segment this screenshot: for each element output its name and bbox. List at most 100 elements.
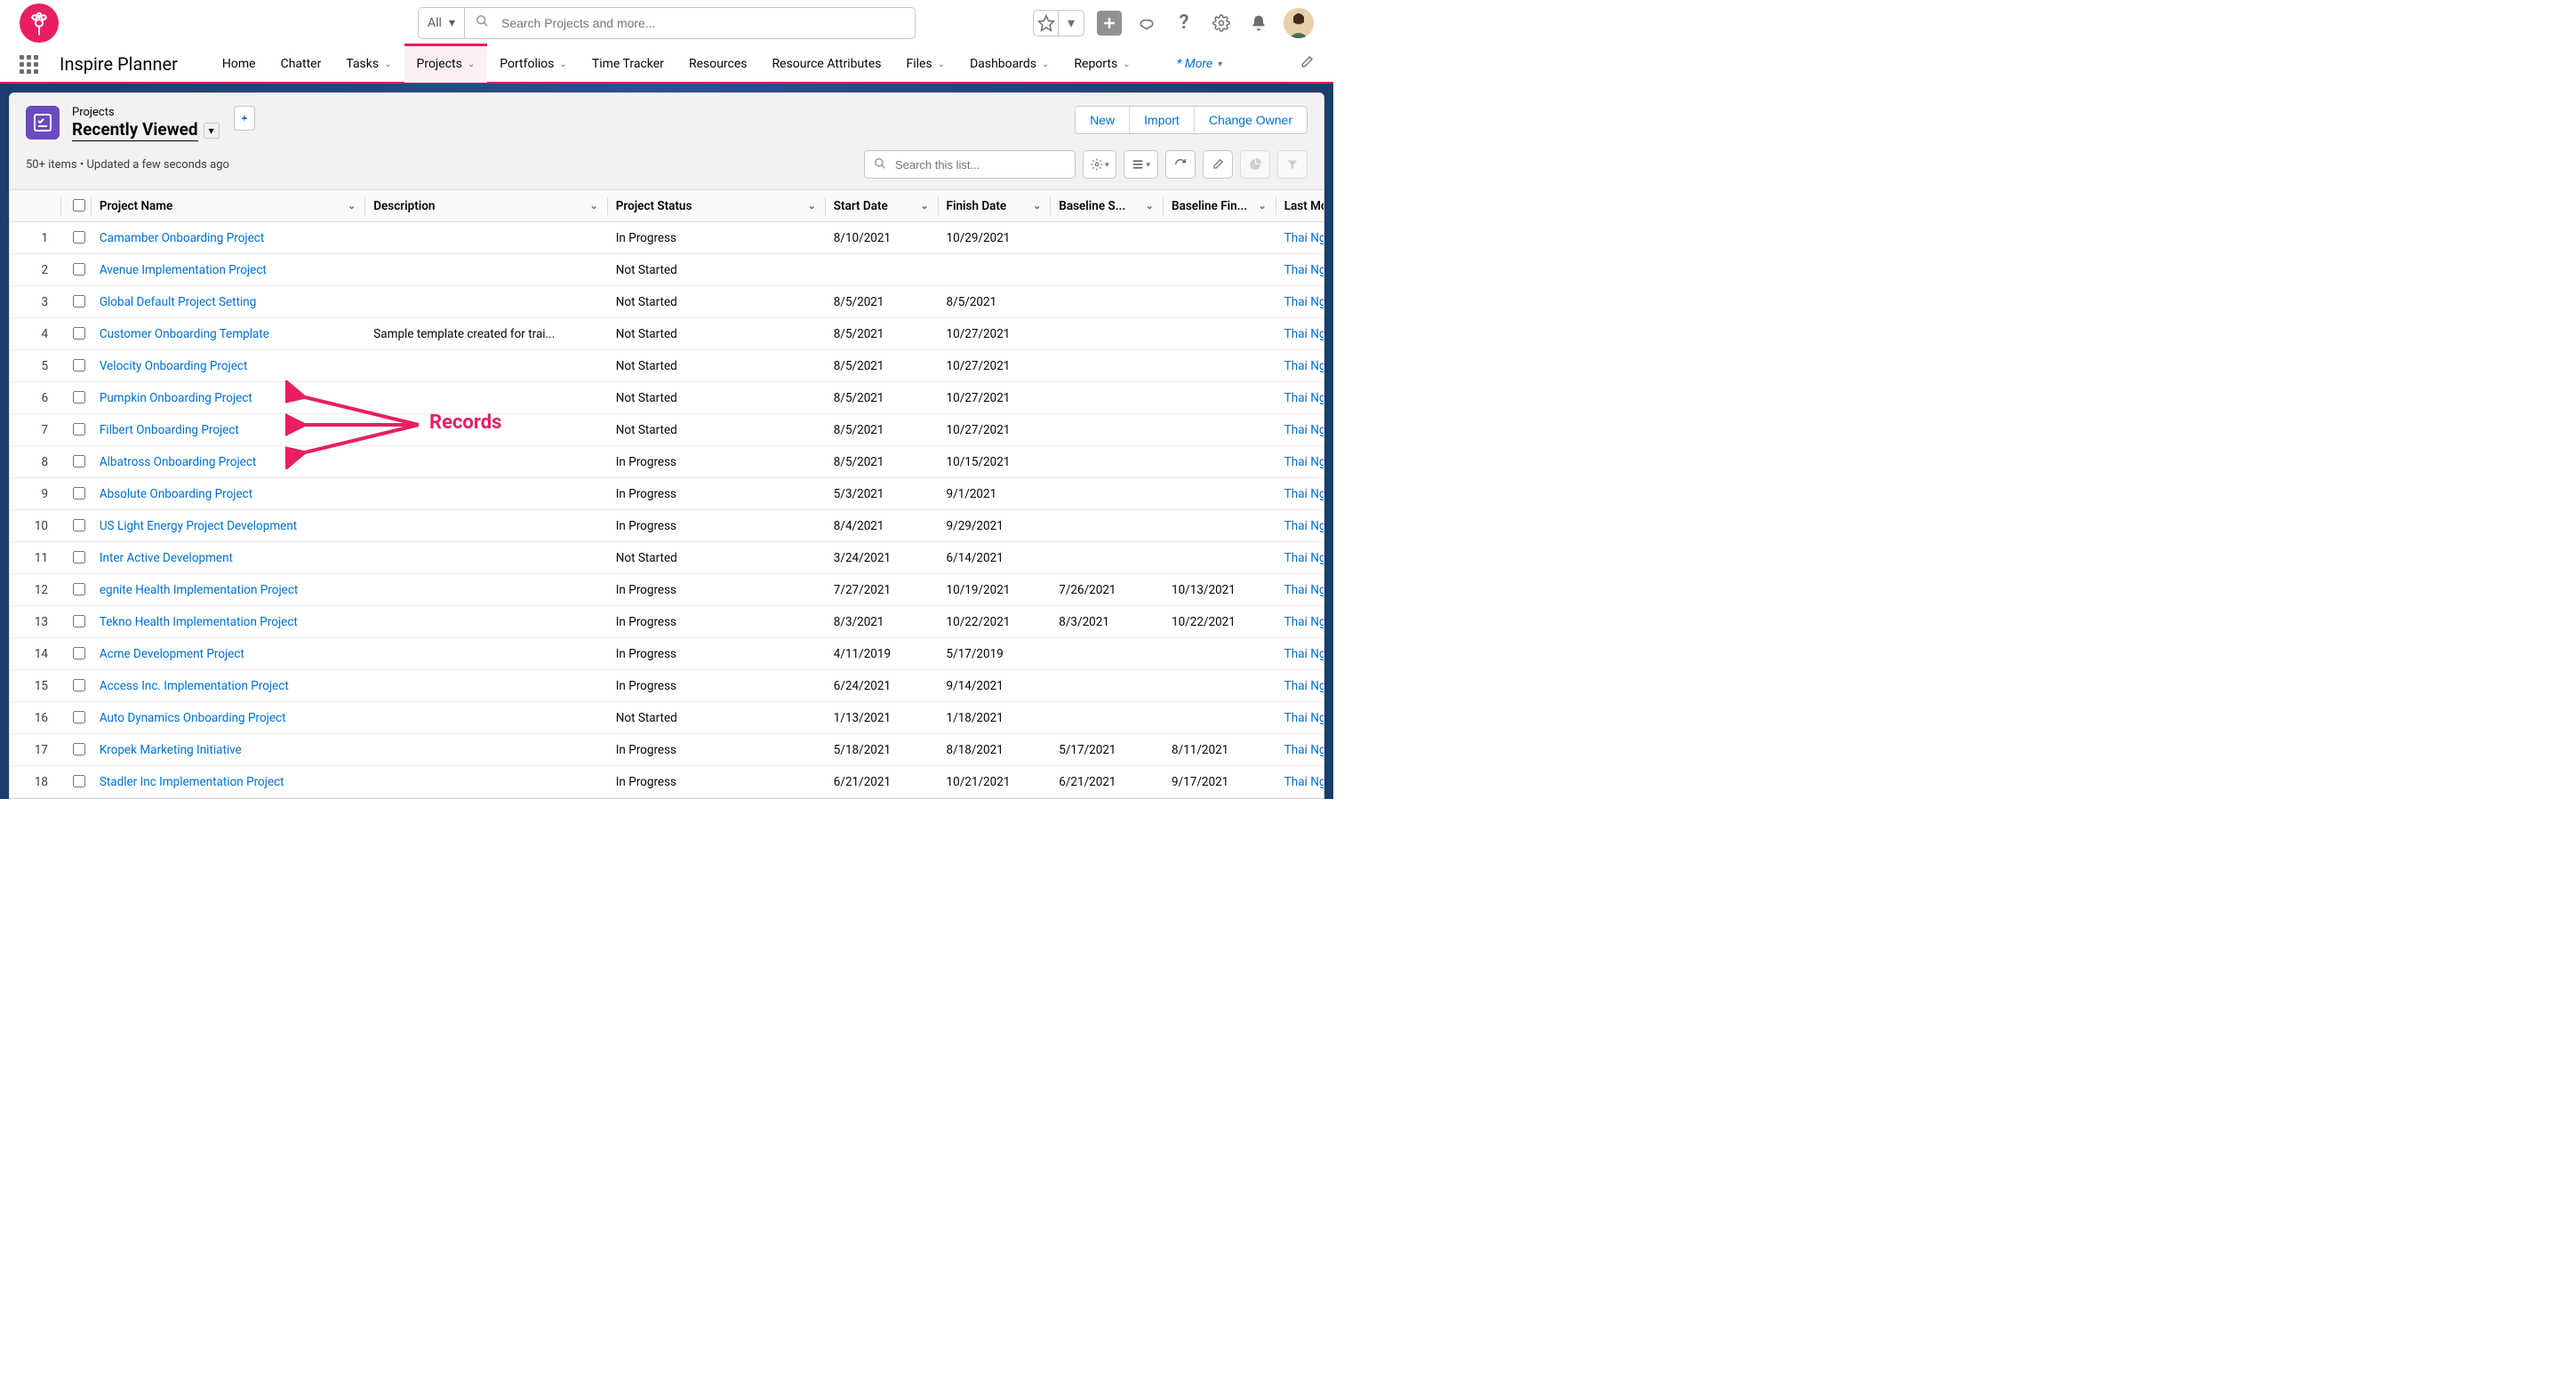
row-checkbox[interactable] — [73, 263, 85, 276]
change-owner-button[interactable]: Change Owner — [1194, 107, 1307, 133]
salesforce-help-icon[interactable] — [1134, 11, 1159, 36]
project-name-link[interactable]: Avenue Implementation Project — [100, 263, 267, 277]
row-checkbox[interactable] — [73, 423, 85, 435]
list-settings-button[interactable]: ▾ — [1083, 150, 1117, 179]
row-checkbox[interactable] — [73, 711, 85, 723]
project-name-link[interactable]: Camamber Onboarding Project — [100, 231, 264, 245]
import-button[interactable]: Import — [1129, 107, 1194, 133]
list-search-input[interactable] — [893, 157, 1066, 172]
last-modified-link[interactable]: Thai Nguyen — [1284, 231, 1324, 245]
favorite-button[interactable] — [1034, 11, 1059, 36]
last-modified-link[interactable]: Thai Nguyen — [1284, 743, 1324, 757]
last-modified-link[interactable]: Thai Nguyen — [1284, 519, 1324, 533]
last-modified-link[interactable]: Thai Nguyen — [1284, 775, 1324, 789]
project-name-link[interactable]: Filbert Onboarding Project — [100, 423, 239, 437]
project-name-link[interactable]: Velocity Onboarding Project — [100, 359, 248, 373]
last-modified-link[interactable]: Thai Nguyen — [1284, 615, 1324, 629]
project-name-link[interactable]: Albatross Onboarding Project — [100, 455, 256, 469]
project-name-link[interactable]: US Light Energy Project Development — [100, 519, 297, 533]
row-checkbox[interactable] — [73, 615, 85, 627]
select-all-checkbox[interactable] — [73, 199, 85, 212]
help-icon[interactable]: ? — [1172, 11, 1196, 36]
project-name-link[interactable]: Absolute Onboarding Project — [100, 487, 252, 501]
row-checkbox[interactable] — [73, 519, 85, 531]
nav-item-resource-attributes[interactable]: Resource Attributes — [760, 45, 894, 83]
row-checkbox[interactable] — [73, 455, 85, 467]
col-description[interactable]: Description⌄ — [364, 190, 607, 222]
select-all-header[interactable] — [60, 190, 91, 222]
list-view-picker[interactable]: Recently Viewed ▾ — [72, 120, 220, 142]
project-name-link[interactable]: Stadler Inc Implementation Project — [100, 775, 284, 789]
add-button[interactable] — [1097, 11, 1122, 36]
brand-logo[interactable] — [20, 4, 59, 43]
last-modified-link[interactable]: Thai Nguyen — [1284, 551, 1324, 565]
user-avatar[interactable] — [1284, 8, 1314, 38]
last-modified-link[interactable]: Thai Nguyen — [1284, 583, 1324, 597]
chart-button[interactable] — [1240, 150, 1270, 179]
col-last-modified[interactable]: Last Modifie — [1276, 190, 1324, 222]
nav-item-tasks[interactable]: Tasks⌄ — [333, 45, 404, 83]
nav-more[interactable]: * More ▾ — [1164, 57, 1236, 71]
row-checkbox[interactable] — [73, 647, 85, 659]
project-name-link[interactable]: Tekno Health Implementation Project — [100, 615, 298, 629]
row-checkbox[interactable] — [73, 295, 85, 308]
settings-icon[interactable] — [1209, 11, 1234, 36]
edit-nav-icon[interactable] — [1300, 55, 1314, 73]
row-checkbox[interactable] — [73, 359, 85, 371]
row-checkbox[interactable] — [73, 231, 85, 244]
nav-item-portfolios[interactable]: Portfolios⌄ — [487, 45, 580, 83]
col-project-name[interactable]: Project Name⌄ — [91, 190, 364, 222]
row-checkbox[interactable] — [73, 743, 85, 755]
row-checkbox[interactable] — [73, 551, 85, 563]
nav-item-resources[interactable]: Resources — [676, 45, 760, 83]
col-start[interactable]: Start Date⌄ — [825, 190, 938, 222]
app-launcher-icon[interactable] — [20, 55, 38, 74]
project-name-link[interactable]: Acme Development Project — [100, 647, 244, 661]
pin-list-button[interactable] — [234, 106, 255, 131]
nav-item-reports[interactable]: Reports⌄ — [1061, 45, 1142, 83]
project-name-link[interactable]: Global Default Project Setting — [100, 295, 256, 309]
project-name-link[interactable]: Pumpkin Onboarding Project — [100, 391, 252, 405]
search-scope-picker[interactable]: All ▾ — [419, 8, 465, 38]
nav-item-projects[interactable]: Projects⌄ — [404, 45, 488, 83]
filter-button[interactable] — [1277, 150, 1308, 179]
new-button[interactable]: New — [1076, 107, 1129, 133]
last-modified-link[interactable]: Thai Nguyen — [1284, 647, 1324, 661]
last-modified-link[interactable]: Thai Nguyen — [1284, 263, 1324, 277]
row-checkbox[interactable] — [73, 679, 85, 691]
col-baseline-finish[interactable]: Baseline Fin...⌄ — [1163, 190, 1276, 222]
nav-item-home[interactable]: Home — [210, 45, 268, 83]
project-name-link[interactable]: Customer Onboarding Template — [100, 327, 269, 341]
nav-item-dashboards[interactable]: Dashboards⌄ — [957, 45, 1061, 83]
last-modified-link[interactable]: Thai Nguyen — [1284, 295, 1324, 309]
refresh-button[interactable] — [1165, 150, 1196, 179]
last-modified-link[interactable]: Thai Nguyen — [1284, 487, 1324, 501]
edit-list-button[interactable] — [1203, 150, 1233, 179]
row-checkbox[interactable] — [73, 487, 85, 499]
project-name-link[interactable]: Access Inc. Implementation Project — [100, 679, 289, 693]
last-modified-link[interactable]: Thai Nguyen — [1284, 455, 1324, 469]
nav-item-time-tracker[interactable]: Time Tracker — [580, 45, 676, 83]
project-name-link[interactable]: egnite Health Implementation Project — [100, 583, 299, 597]
nav-item-chatter[interactable]: Chatter — [268, 45, 334, 83]
col-finish[interactable]: Finish Date⌄ — [938, 190, 1051, 222]
project-name-link[interactable]: Auto Dynamics Onboarding Project — [100, 711, 286, 725]
last-modified-link[interactable]: Thai Nguyen — [1284, 423, 1324, 437]
project-name-link[interactable]: Inter Active Development — [100, 551, 233, 565]
last-modified-link[interactable]: Thai Nguyen — [1284, 711, 1324, 725]
row-checkbox[interactable] — [73, 391, 85, 403]
project-name-link[interactable]: Kropek Marketing Initiative — [100, 743, 242, 757]
col-baseline-start[interactable]: Baseline S...⌄ — [1050, 190, 1163, 222]
display-mode-button[interactable]: ▾ — [1124, 150, 1158, 179]
row-checkbox[interactable] — [73, 583, 85, 595]
row-checkbox[interactable] — [73, 327, 85, 340]
last-modified-link[interactable]: Thai Nguyen — [1284, 359, 1324, 373]
last-modified-link[interactable]: Thai Nguyen — [1284, 679, 1324, 693]
nav-item-files[interactable]: Files⌄ — [893, 45, 957, 83]
col-status[interactable]: Project Status⌄ — [607, 190, 825, 222]
row-checkbox[interactable] — [73, 775, 85, 787]
favorites-menu-button[interactable]: ▾ — [1059, 11, 1084, 36]
notifications-icon[interactable] — [1246, 11, 1271, 36]
last-modified-link[interactable]: Thai Nguyen — [1284, 391, 1324, 405]
global-search-input[interactable] — [500, 15, 904, 31]
